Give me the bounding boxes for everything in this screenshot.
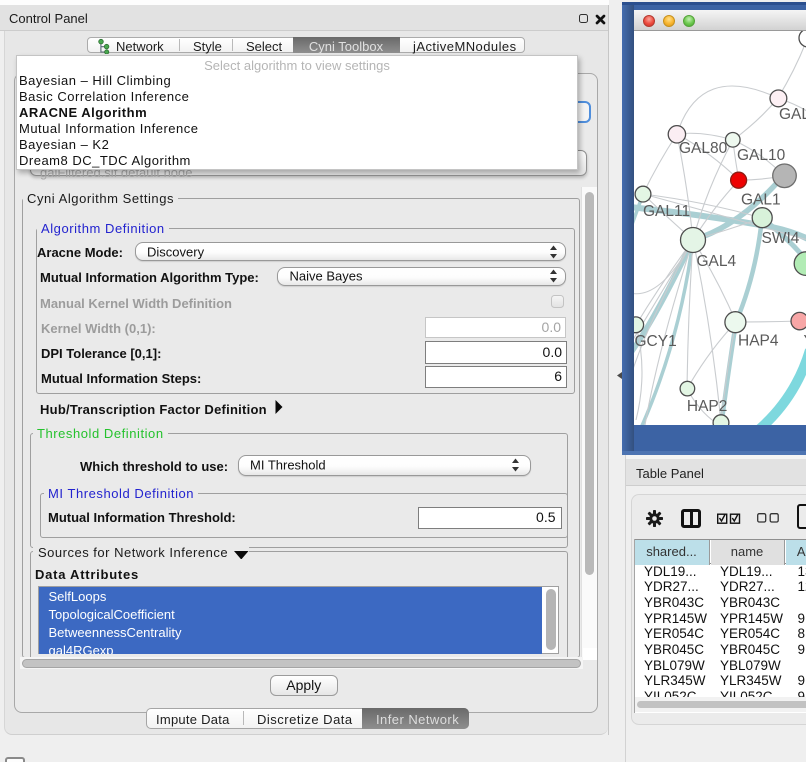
svg-text:GAL80: GAL80 — [679, 140, 728, 157]
svg-text:HAP2: HAP2 — [687, 398, 728, 415]
svg-text:GAL1: GAL1 — [741, 192, 781, 209]
svg-text:GAL11: GAL11 — [643, 203, 690, 220]
svg-text:GCY1: GCY1 — [635, 333, 677, 350]
svg-text:GAL4: GAL4 — [697, 253, 737, 270]
svg-text:GAL10: GAL10 — [737, 147, 786, 164]
svg-text:HAP4: HAP4 — [738, 333, 779, 350]
svg-text:GAL7: GAL7 — [779, 106, 806, 123]
svg-text:SWI4: SWI4 — [762, 230, 800, 247]
